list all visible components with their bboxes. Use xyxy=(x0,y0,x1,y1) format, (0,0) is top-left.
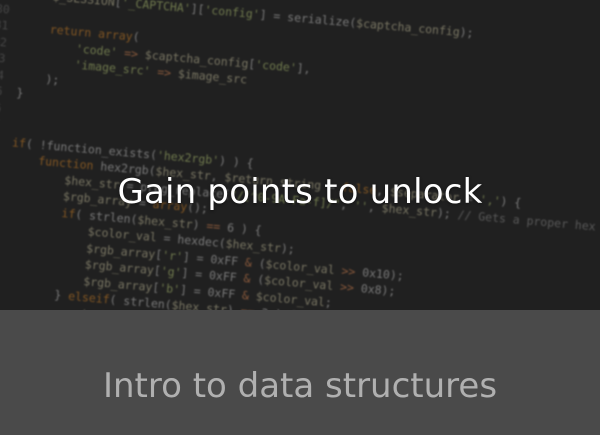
card-footer: Intro to data structures xyxy=(0,310,600,435)
locked-overlay xyxy=(0,0,600,310)
course-card[interactable]: 79 $_SESSION['_CAPTCHA']['config'] = ser… xyxy=(0,0,600,435)
course-thumbnail: 79 $_SESSION['_CAPTCHA']['config'] = ser… xyxy=(0,0,600,310)
lock-message: Gain points to unlock xyxy=(117,172,483,212)
course-title[interactable]: Intro to data structures xyxy=(0,366,600,406)
